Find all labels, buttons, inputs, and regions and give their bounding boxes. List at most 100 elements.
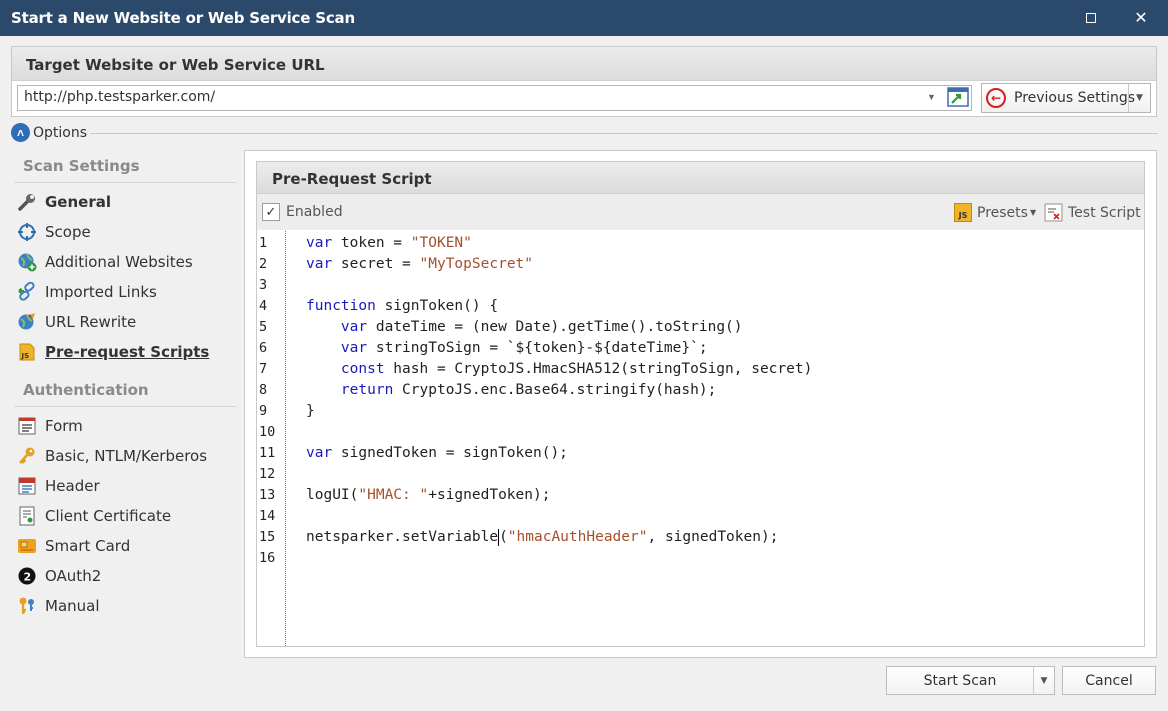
options-toggle[interactable]: ˄ Options	[11, 123, 87, 142]
line-number: 9	[259, 403, 268, 419]
sidebar-item-imported-links[interactable]: Imported Links	[16, 280, 157, 304]
line-number: 10	[259, 424, 276, 440]
line-number: 1	[259, 235, 268, 251]
sidebar-item-label: OAuth2	[45, 567, 102, 585]
sidebar-item-label: Manual	[45, 597, 100, 615]
gutter-divider	[285, 231, 286, 646]
sidebar-item-smart-card[interactable]: Smart Card	[16, 534, 130, 558]
pre-request-script-header: Pre-Request Script	[257, 162, 1144, 194]
sidebar-item-general[interactable]: General	[16, 190, 111, 214]
oauth2-icon: 2	[16, 565, 38, 587]
close-button[interactable]: ✕	[1118, 0, 1164, 36]
maximize-icon	[1086, 13, 1096, 23]
start-scan-dropdown[interactable]: ▼	[1033, 667, 1054, 694]
sidebar-item-url-rewrite[interactable]: URL Rewrite	[16, 310, 136, 334]
crosshair-icon	[16, 221, 38, 243]
code-text: var signedToken = signToken();	[306, 445, 568, 461]
test-script-icon	[1044, 203, 1063, 222]
sidebar-item-label: Pre-request Scripts	[45, 343, 210, 361]
cancel-button[interactable]: Cancel	[1062, 666, 1156, 695]
line-number: 7	[259, 361, 268, 377]
js-file-icon: JS	[954, 203, 972, 222]
code-text: function signToken() {	[306, 298, 499, 314]
start-scan-button[interactable]: Start Scan ▼	[886, 666, 1055, 695]
chevron-down-icon: ▼	[1029, 208, 1037, 217]
previous-settings-dropdown[interactable]: ▼	[1128, 84, 1150, 112]
previous-settings-label: Previous Settings	[1014, 90, 1136, 106]
sidebar-item-label: Basic, NTLM/Kerberos	[45, 447, 208, 465]
code-text: netsparker.setVariable("hmacAuthHeader",…	[306, 528, 779, 546]
globe-edit-icon	[16, 311, 38, 333]
previous-settings-button[interactable]: ← Previous Settings ▼	[981, 83, 1151, 113]
sidebar-item-label: Client Certificate	[45, 507, 172, 525]
sidebar-item-additional-websites[interactable]: Additional Websites	[16, 250, 193, 274]
enabled-label: Enabled	[286, 204, 343, 220]
sidebar-item-label: URL Rewrite	[45, 313, 137, 331]
code-editor[interactable]: 1 var token = "TOKEN" 2 var secret = "MyTop…	[257, 231, 1144, 646]
open-url-icon[interactable]	[947, 87, 969, 107]
text-cursor	[498, 528, 500, 546]
certificate-icon	[16, 505, 38, 527]
svg-text:2: 2	[24, 571, 32, 584]
sidebar-item-label: Smart Card	[45, 537, 131, 555]
test-script-label: Test Script	[1068, 204, 1141, 221]
header-icon	[16, 475, 38, 497]
scan-settings-title: Scan Settings	[23, 157, 140, 175]
sidebar-item-label: Imported Links	[45, 283, 157, 301]
sidebar-item-header[interactable]: Header	[16, 474, 100, 498]
close-icon: ✕	[1134, 10, 1148, 27]
line-number: 12	[259, 466, 276, 482]
sidebar-item-form[interactable]: Form	[16, 414, 83, 438]
line-number: 2	[259, 256, 268, 272]
maximize-button[interactable]	[1068, 0, 1114, 36]
code-text: var stringToSign = `${token}-${dateTime}…	[340, 340, 708, 356]
code-text: return CryptoJS.enc.Base64.stringify(has…	[340, 382, 717, 398]
target-url-panel: Target Website or Web Service URL http:/…	[11, 46, 1157, 117]
line-number: 5	[259, 319, 268, 335]
window-title: Start a New Website or Web Service Scan	[11, 9, 355, 27]
sidebar-item-client-certificate[interactable]: Client Certificate	[16, 504, 171, 528]
code-text: var dateTime = (new Date).getTime().toSt…	[340, 319, 743, 335]
pre-request-script-panel: Pre-Request Script ✓ Enabled JS Presets …	[256, 161, 1145, 647]
chevron-up-icon: ˄	[11, 123, 30, 142]
presets-label: Presets	[977, 204, 1028, 221]
sidebar-item-label: Scope	[45, 223, 91, 241]
options-label: Options	[33, 124, 88, 141]
key-icon	[16, 445, 38, 467]
section-divider	[14, 406, 236, 407]
form-icon	[16, 415, 38, 437]
url-dropdown-icon[interactable]: ▼	[927, 92, 936, 102]
test-script-button[interactable]: Test Script	[1044, 203, 1141, 222]
target-url-header: Target Website or Web Service URL	[12, 47, 1156, 81]
start-scan-label: Start Scan	[923, 673, 997, 689]
sidebar-item-scope[interactable]: Scope	[16, 220, 91, 244]
code-text: }	[306, 403, 315, 419]
sidebar-item-oauth2[interactable]: 2 OAuth2	[16, 564, 101, 588]
line-number: 14	[259, 508, 276, 524]
presets-button[interactable]: JS Presets ▼	[954, 203, 1036, 222]
script-toolbar: ✓ Enabled JS Presets ▼ Test Script	[257, 194, 1144, 230]
sidebar-item-label: Form	[45, 417, 83, 435]
line-number: 4	[259, 298, 268, 314]
sidebar-item-label: Header	[45, 477, 100, 495]
line-number: 16	[259, 550, 276, 566]
code-text: const hash = CryptoJS.HmacSHA512(stringT…	[340, 361, 813, 377]
sidebar-item-basic-ntlm-kerberos[interactable]: Basic, NTLM/Kerberos	[16, 444, 207, 468]
options-divider	[90, 133, 1158, 134]
enabled-checkbox[interactable]: ✓ Enabled	[262, 203, 343, 221]
link-import-icon	[16, 281, 38, 303]
sidebar-item-pre-request-scripts[interactable]: JS Pre-request Scripts	[16, 340, 209, 364]
url-input[interactable]: http://php.testsparker.com/	[17, 85, 972, 111]
smart-card-icon	[16, 535, 38, 557]
line-number: 6	[259, 340, 268, 356]
line-number: 8	[259, 382, 268, 398]
line-number: 13	[259, 487, 276, 503]
sidebar-item-label: Additional Websites	[45, 253, 193, 271]
checkmark-icon: ✓	[262, 203, 280, 221]
globe-add-icon	[16, 251, 38, 273]
sidebar-item-manual[interactable]: Manual	[16, 594, 100, 618]
sidebar-item-label: General	[45, 193, 111, 211]
authentication-title: Authentication	[23, 381, 149, 399]
main-panel: Pre-Request Script ✓ Enabled JS Presets …	[244, 150, 1157, 658]
title-bar: Start a New Website or Web Service Scan …	[0, 0, 1168, 36]
